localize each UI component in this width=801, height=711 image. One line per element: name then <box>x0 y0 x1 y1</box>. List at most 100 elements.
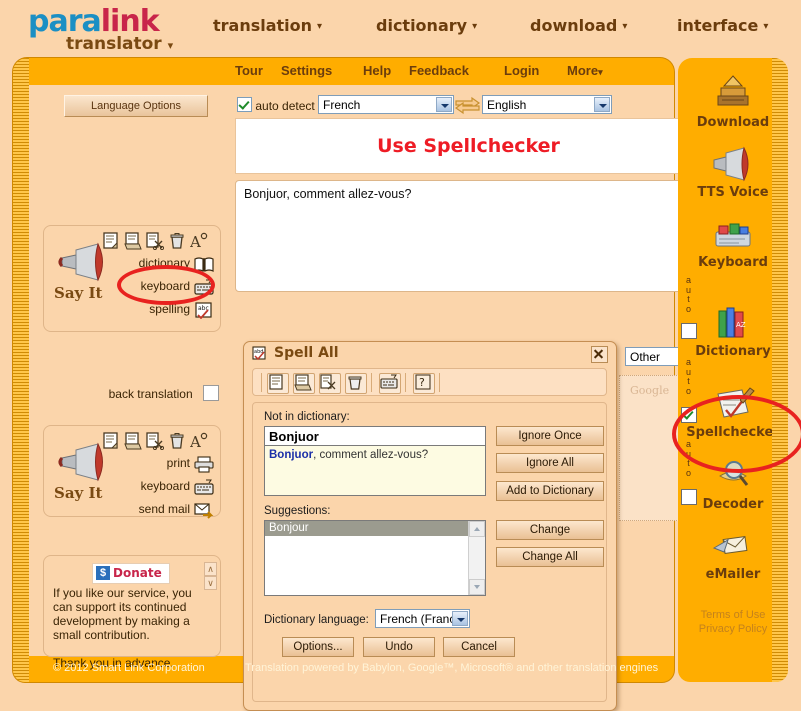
menu-item-help[interactable]: Help <box>363 63 391 78</box>
send-mail-icon[interactable] <box>194 502 214 519</box>
cut-document-icon[interactable] <box>146 432 165 451</box>
language-options-button[interactable]: Language Options <box>64 95 208 117</box>
rail-item-decoder[interactable]: Decoder <box>686 456 780 512</box>
tool-rail: Download TTS Voice Keyboard AZ Dictionar… <box>678 58 788 682</box>
ignore-once-button[interactable]: Ignore Once <box>496 426 604 446</box>
add-to-dictionary-button[interactable]: Add to Dictionary <box>496 481 604 501</box>
keyboard-icon[interactable] <box>379 373 401 394</box>
rail-item-dictionary[interactable]: AZ Dictionary <box>686 303 780 359</box>
auto-detect-checkbox[interactable] <box>237 97 252 112</box>
menu-item-settings[interactable]: Settings <box>281 63 332 78</box>
source-text-input[interactable]: Bonjuor, comment allez-vous? <box>235 180 702 292</box>
new-document-icon[interactable] <box>102 432 120 450</box>
target-language-select[interactable]: English <box>482 95 612 114</box>
spellchecker-auto-checkbox[interactable] <box>681 407 697 423</box>
send-mail-row-label[interactable]: send mail <box>139 502 190 516</box>
topnav-item-interface[interactable]: interface ▾ <box>677 16 768 35</box>
print-row-label[interactable]: print <box>167 456 190 470</box>
logo-subtitle: translator ▾ <box>66 34 173 54</box>
say-it-label-bottom[interactable]: Say It <box>54 484 102 502</box>
open-document-icon[interactable] <box>124 232 142 250</box>
say-it-label-top[interactable]: Say It <box>54 284 102 302</box>
main-window: Tour Settings Help Feedback Login More▾ … <box>13 58 702 711</box>
terms-of-use-link[interactable]: Terms of Use <box>686 608 780 622</box>
open-document-icon[interactable] <box>124 432 142 450</box>
book-icon[interactable] <box>194 256 214 273</box>
toolbar-separator <box>439 373 440 392</box>
donate-scroll-arrows[interactable]: ∧ ∨ <box>204 562 217 592</box>
font-size-icon[interactable]: A <box>189 432 208 451</box>
cancel-button[interactable]: Cancel <box>443 637 515 657</box>
dictionary-language-label: Dictionary language: <box>264 614 369 626</box>
topnav-item-dictionary[interactable]: dictionary ▾ <box>376 16 477 35</box>
keyboard-row-label[interactable]: keyboard <box>141 479 190 493</box>
spellcheck-abc-icon[interactable]: abc <box>194 302 214 320</box>
help-icon[interactable]: ? <box>413 373 435 394</box>
list-item[interactable]: Bonjour <box>265 521 470 536</box>
not-in-dictionary-context[interactable]: Bonjuor, comment allez-vous? <box>264 446 486 496</box>
dictionary-auto-checkbox[interactable] <box>681 323 697 339</box>
new-document-icon[interactable] <box>102 232 120 250</box>
menu-item-feedback[interactable]: Feedback <box>409 63 469 78</box>
auto-detect-group[interactable]: auto detect <box>237 97 315 113</box>
privacy-policy-link[interactable]: Privacy Policy <box>686 622 780 636</box>
decoder-auto-checkbox[interactable] <box>681 489 697 505</box>
chevron-down-icon[interactable]: ▾ <box>168 39 174 52</box>
dialog-title-bar[interactable]: abd Spell All <box>244 342 616 366</box>
undo-button[interactable]: Undo <box>363 637 435 657</box>
chevron-down-icon[interactable] <box>452 611 468 626</box>
chevron-down-icon: ▾ <box>763 21 769 32</box>
new-document-icon[interactable] <box>267 373 289 394</box>
suggestions-list[interactable]: Bonjour <box>264 520 486 596</box>
not-in-dictionary-label: Not in dictionary: <box>264 411 350 423</box>
printer-icon[interactable] <box>194 456 214 473</box>
back-translation-group[interactable]: back translation <box>43 385 219 405</box>
paralink-logo[interactable]: paralink translator ▾ <box>18 2 198 56</box>
dictionary-language-select[interactable]: French (France <box>375 609 470 628</box>
donate-badge[interactable]: $ Donate <box>92 563 170 584</box>
swap-languages-icon[interactable] <box>454 94 481 116</box>
menu-item-more[interactable]: More▾ <box>567 63 603 78</box>
rail-label: Download <box>696 115 770 130</box>
rail-item-tts-voice[interactable]: TTS Voice <box>686 144 780 200</box>
scroll-down-icon[interactable]: ∨ <box>204 576 217 590</box>
cut-document-icon[interactable] <box>319 373 341 394</box>
cut-document-icon[interactable] <box>146 232 165 251</box>
delete-icon[interactable] <box>168 232 186 250</box>
delete-icon[interactable] <box>345 373 367 394</box>
delete-icon[interactable] <box>168 432 186 450</box>
not-in-dictionary-input[interactable]: Bonjuor <box>264 426 486 446</box>
chevron-down-icon[interactable] <box>594 97 610 112</box>
close-icon[interactable] <box>591 346 608 363</box>
topnav-item-download[interactable]: download ▾ <box>530 16 627 35</box>
dictionary-row-label[interactable]: dictionary <box>139 256 190 270</box>
ignore-all-button[interactable]: Ignore All <box>496 453 604 473</box>
source-language-select[interactable]: French <box>318 95 454 114</box>
rail-item-keyboard[interactable]: Keyboard <box>686 214 780 270</box>
scroll-up-icon[interactable] <box>469 521 485 537</box>
change-all-button[interactable]: Change All <box>496 547 604 567</box>
spelling-row-label[interactable]: spelling <box>149 302 190 316</box>
rail-label: eMailer <box>705 567 761 582</box>
topnav-label: interface <box>677 16 759 35</box>
keyboard-icon[interactable] <box>194 479 214 496</box>
options-button[interactable]: Options... <box>282 637 354 657</box>
logo-subtitle-text: translator <box>66 34 162 54</box>
rail-item-download[interactable]: Download <box>686 74 780 130</box>
menu-item-tour[interactable]: Tour <box>235 63 263 78</box>
font-size-icon[interactable]: A <box>189 232 208 251</box>
rail-item-emailer[interactable]: eMailer <box>686 526 780 582</box>
topnav-item-translation[interactable]: translation ▾ <box>213 16 322 35</box>
scroll-down-icon[interactable] <box>469 579 485 595</box>
emailer-plane-icon <box>710 526 756 566</box>
scroll-up-icon[interactable]: ∧ <box>204 562 217 576</box>
change-button[interactable]: Change <box>496 520 604 540</box>
keyboard-row-label[interactable]: keyboard <box>141 279 190 293</box>
menu-item-login[interactable]: Login <box>504 63 539 78</box>
back-translation-checkbox[interactable] <box>203 385 219 401</box>
keyboard-icon[interactable] <box>194 279 214 296</box>
suggestions-scrollbar[interactable] <box>468 521 485 595</box>
chevron-down-icon[interactable] <box>436 97 452 112</box>
open-document-icon[interactable] <box>293 373 315 394</box>
rail-item-spellchecker[interactable]: Spellchecker <box>686 384 780 440</box>
